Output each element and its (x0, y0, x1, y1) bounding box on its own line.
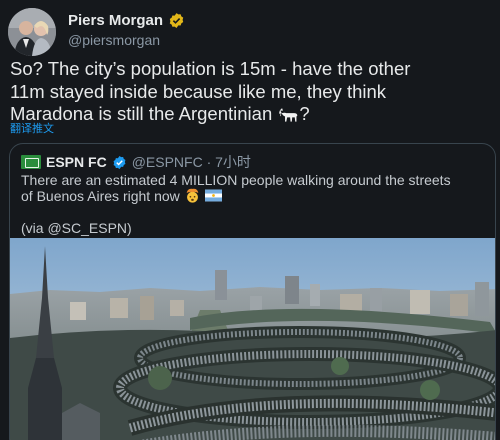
author-name[interactable]: Piers Morgan (68, 12, 163, 29)
tweet: Piers Morgan @piersmorgan So? The city’s… (0, 0, 500, 440)
quoted-tweet[interactable]: ESPN FC @ESPNFC · 7小时 There are an estim… (9, 143, 496, 440)
tweet-text-line: Maradona is still the Argentinian ? (10, 103, 492, 126)
exploding-head-icon (186, 188, 198, 203)
tweet-text-line: 11m stayed inside because like me, they … (10, 80, 387, 102)
avatar[interactable] (8, 8, 56, 56)
quote-text-segment: of Buenos Aires right now (21, 188, 180, 204)
quote-text-line: There are an estimated 4 MILLION people … (21, 172, 451, 188)
quote-handle-time: @ESPNFC · 7小时 (131, 154, 251, 170)
quote-header: ESPN FC @ESPNFC · 7小时 (21, 152, 251, 172)
verified-badge-icon (113, 155, 126, 169)
tweet-text-segment: ? (299, 103, 310, 124)
quote-text: There are an estimated 4 MILLION people … (21, 172, 491, 236)
argentina-flag-icon (204, 189, 222, 202)
translate-link[interactable]: 翻译推文 (10, 120, 54, 136)
goat-icon (279, 108, 298, 122)
aerial-crowd-photo[interactable] (10, 238, 495, 440)
verified-badge-icon (169, 13, 184, 28)
quote-via: (via @SC_ESPN) (21, 220, 132, 236)
tweet-text: So? The city’s population is 15m - have … (10, 58, 492, 126)
tweet-author: Piers Morgan @piersmorgan (68, 12, 185, 48)
quote-author-name[interactable]: ESPN FC (46, 154, 107, 170)
espnfc-logo-icon (21, 155, 41, 169)
tweet-text-line: So? The city’s population is 15m - have … (10, 58, 411, 79)
author-handle[interactable]: @piersmorgan (68, 32, 185, 48)
quote-text-line: of Buenos Aires right now (21, 188, 491, 204)
